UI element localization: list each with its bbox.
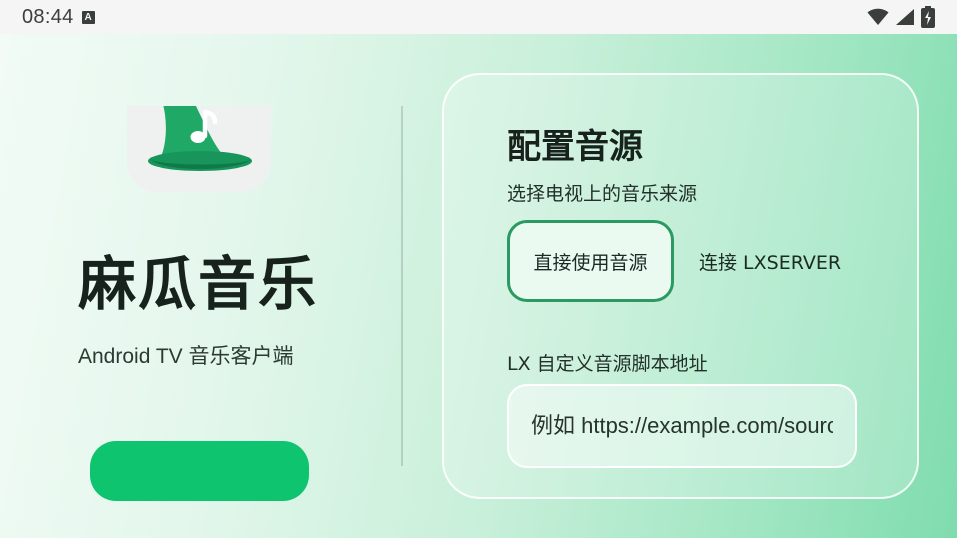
status-time: 08:44: [22, 5, 74, 28]
option-connect-lxserver-button[interactable]: 连接 LXSERVER: [699, 220, 841, 302]
script-url-label: LX 自定义音源脚本地址: [507, 353, 708, 375]
option-direct-source-button[interactable]: 直接使用音源: [507, 220, 674, 302]
primary-action-button[interactable]: [90, 441, 309, 501]
main-screen: 麻瓜音乐 Android TV 音乐客户端 配置音源 选择电视上的音乐来源 直接…: [0, 34, 957, 538]
wizard-hat-music-note-icon: [148, 106, 252, 171]
a-notification-icon: A: [81, 10, 95, 24]
signal-icon: [896, 9, 914, 25]
battery-charging-icon: [921, 6, 935, 28]
app-logo: [127, 106, 271, 192]
wifi-icon: [867, 8, 889, 25]
status-bar: 08:44 A: [0, 0, 957, 34]
card-description: 选择电视上的音乐来源: [507, 183, 698, 205]
vertical-divider: [401, 106, 403, 466]
script-url-input[interactable]: [507, 384, 857, 468]
app-title: 麻瓜音乐: [78, 250, 319, 318]
card-title: 配置音源: [507, 127, 643, 167]
app-subtitle: Android TV 音乐客户端: [78, 345, 294, 368]
source-settings-card: 配置音源 选择电视上的音乐来源 直接使用音源 连接 LXSERVER LX 自定…: [442, 73, 919, 499]
